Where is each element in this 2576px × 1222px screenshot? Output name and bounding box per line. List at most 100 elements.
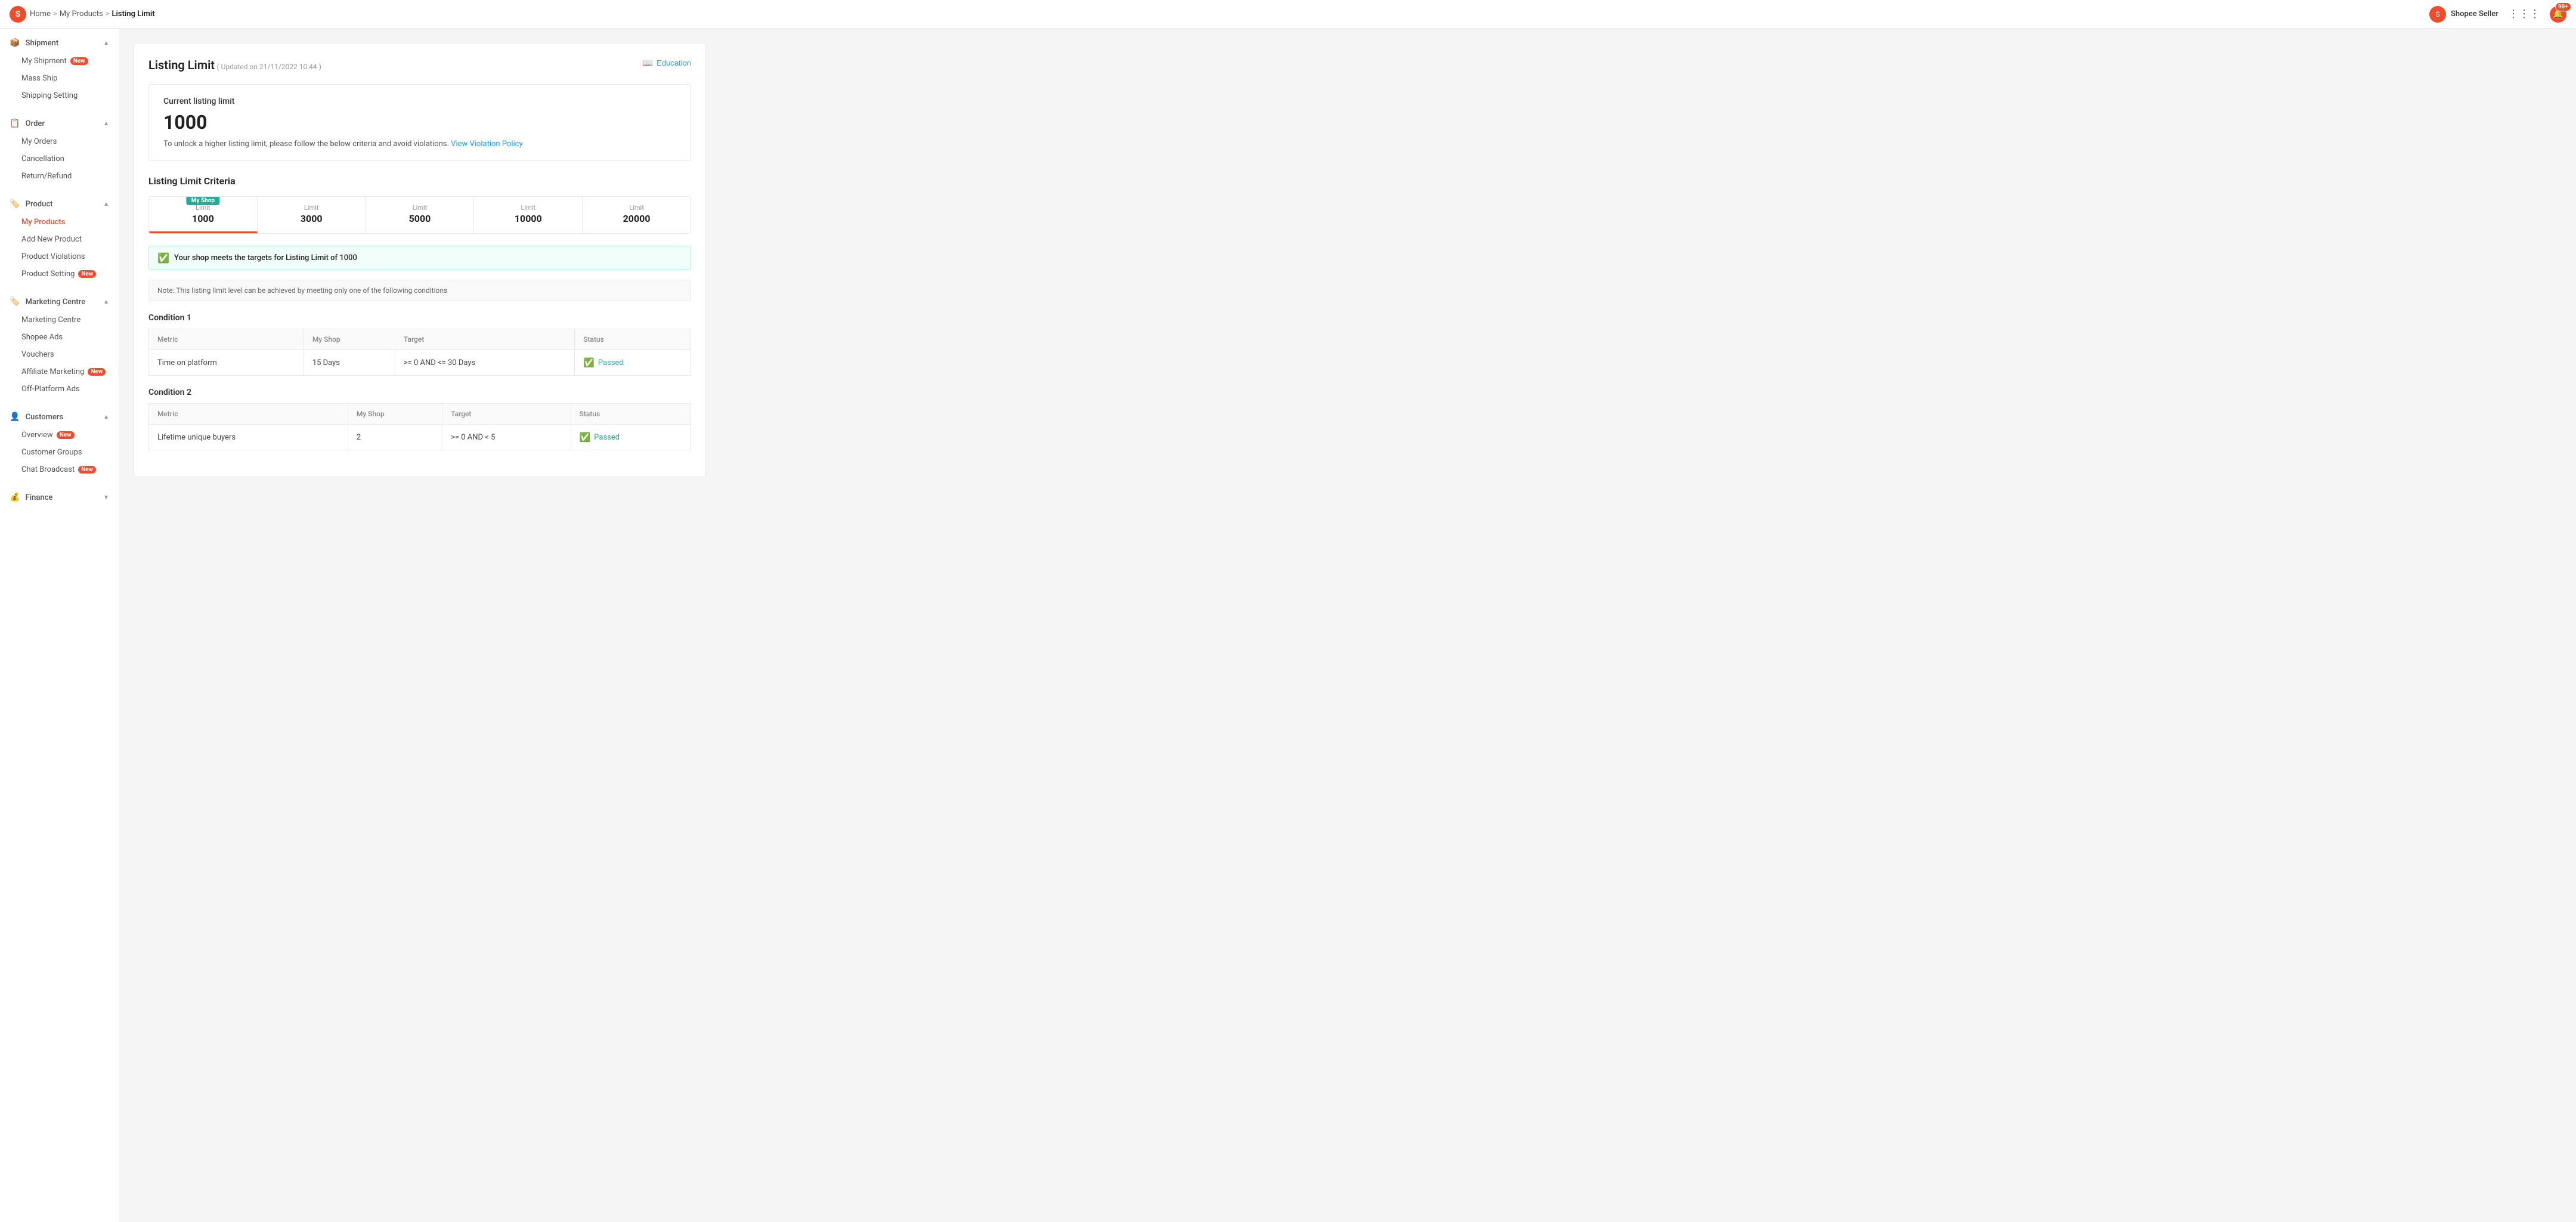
sidebar-item-label-off-platform-ads: Off-Platform Ads bbox=[21, 385, 80, 394]
badge-affiliate-marketing: New bbox=[88, 368, 106, 376]
view-violation-link[interactable]: View Violation Policy bbox=[451, 140, 522, 149]
sidebar-item-label-marketing-centre: Marketing Centre bbox=[21, 315, 80, 324]
sidebar-item-product-setting[interactable]: Product SettingNew bbox=[0, 265, 119, 283]
sidebar-section-customers: 👤 Customers ▲ OverviewNewCustomer Groups… bbox=[0, 403, 119, 483]
page-header: Listing Limit ( Updated on 21/11/2022 10… bbox=[148, 58, 691, 72]
tab-label-10000: Limit bbox=[479, 204, 577, 212]
limit-tab-5000[interactable]: Limit5000 bbox=[366, 197, 475, 233]
notification-button[interactable]: 🔔 99+ bbox=[2550, 6, 2566, 23]
sidebar-item-label-my-products: My Products bbox=[21, 218, 65, 227]
sidebar-item-shipping-setting[interactable]: Shipping Setting bbox=[0, 87, 119, 104]
badge-my-shipment: New bbox=[70, 57, 88, 65]
tab-value-10000: 10000 bbox=[479, 213, 577, 224]
chevron-marketing: ▲ bbox=[103, 299, 109, 305]
education-button[interactable]: 📖 Education bbox=[643, 58, 691, 68]
sidebar-section-header-marketing[interactable]: 🏷️ Marketing Centre ▲ bbox=[0, 292, 119, 311]
seller-logo-icon: S bbox=[2429, 6, 2446, 23]
sidebar-item-label-product-violations: Product Violations bbox=[21, 252, 85, 261]
section-label-marketing: Marketing Centre bbox=[26, 298, 86, 307]
condition-2-col-0: Metric bbox=[149, 404, 348, 425]
cond-1-row-0-status: ✅Passed bbox=[575, 350, 691, 376]
breadcrumb-sep1: > bbox=[53, 10, 57, 18]
sidebar-item-affiliate-marketing[interactable]: Affiliate MarketingNew bbox=[0, 363, 119, 380]
current-limit-label: Current listing limit bbox=[163, 97, 676, 106]
sidebar-item-vouchers[interactable]: Vouchers bbox=[0, 346, 119, 363]
section-icon-product: 🏷️ bbox=[10, 199, 20, 209]
check-circle-icon: ✅ bbox=[157, 252, 169, 264]
section-icon-shipment: 📦 bbox=[10, 38, 20, 48]
section-icon-finance: 💰 bbox=[10, 493, 20, 502]
condition-1-col-3: Status bbox=[575, 329, 691, 350]
notification-badge: 99+ bbox=[2555, 2, 2571, 11]
condition-1-col-2: Target bbox=[395, 329, 574, 350]
sidebar-section-header-customers[interactable]: 👤 Customers ▲ bbox=[0, 407, 119, 426]
limit-tab-20000[interactable]: Limit20000 bbox=[583, 197, 691, 233]
section-label-product: Product bbox=[26, 200, 53, 209]
grid-icon[interactable]: ⋮⋮⋮ bbox=[2508, 8, 2540, 20]
sidebar-section-header-shipment[interactable]: 📦 Shipment ▲ bbox=[0, 33, 119, 52]
sidebar-item-my-products[interactable]: My Products bbox=[0, 214, 119, 231]
limit-tab-10000[interactable]: Limit10000 bbox=[474, 197, 583, 233]
sidebar-item-label-add-new-product: Add New Product bbox=[21, 235, 82, 244]
tab-value-5000: 5000 bbox=[371, 213, 469, 224]
badge-overview: New bbox=[57, 431, 75, 439]
breadcrumb-products[interactable]: My Products bbox=[60, 10, 103, 18]
table-row: Time on platform15 Days>= 0 AND <= 30 Da… bbox=[149, 350, 691, 376]
sidebar-item-mass-ship[interactable]: Mass Ship bbox=[0, 70, 119, 87]
cond-2-row-0-my-shop: 2 bbox=[348, 425, 442, 450]
sidebar-item-chat-broadcast[interactable]: Chat BroadcastNew bbox=[0, 461, 119, 478]
note-box: Note: This listing limit level can be ac… bbox=[148, 280, 691, 301]
sidebar-item-marketing-centre[interactable]: Marketing Centre bbox=[0, 311, 119, 329]
section-icon-order: 📋 bbox=[10, 119, 20, 128]
sidebar-item-label-shopee-ads: Shopee Ads bbox=[21, 333, 63, 342]
condition-1-col-1: My Shop bbox=[304, 329, 395, 350]
sidebar-item-label-my-orders: My Orders bbox=[21, 137, 57, 146]
sidebar-item-label-chat-broadcast: Chat Broadcast bbox=[21, 465, 75, 474]
sidebar: 📦 Shipment ▲ My ShipmentNewMass ShipShip… bbox=[0, 29, 119, 1222]
sidebar-item-cancellation[interactable]: Cancellation bbox=[0, 150, 119, 168]
sidebar-item-label-my-shipment: My Shipment bbox=[21, 57, 67, 66]
current-limit-note: To unlock a higher listing limit, please… bbox=[163, 140, 676, 149]
sidebar-item-add-new-product[interactable]: Add New Product bbox=[0, 231, 119, 248]
shopee-logo: S bbox=[10, 6, 26, 23]
my-shop-badge: My Shop bbox=[187, 196, 219, 205]
main-content: Listing Limit ( Updated on 21/11/2022 10… bbox=[119, 29, 2576, 1222]
limit-tab-3000[interactable]: Limit3000 bbox=[258, 197, 366, 233]
tab-label-5000: Limit bbox=[371, 204, 469, 212]
sidebar-section-header-product[interactable]: 🏷️ Product ▲ bbox=[0, 194, 119, 214]
tab-label-20000: Limit bbox=[587, 204, 686, 212]
sidebar-item-label-cancellation: Cancellation bbox=[21, 154, 64, 163]
breadcrumb-home[interactable]: Home bbox=[30, 10, 51, 18]
sidebar-item-off-platform-ads[interactable]: Off-Platform Ads bbox=[0, 380, 119, 398]
section-icon-customers: 👤 bbox=[10, 412, 20, 422]
sidebar-item-label-return-refund: Return/Refund bbox=[21, 172, 72, 181]
limit-tab-1000[interactable]: My ShopLimit1000 bbox=[149, 197, 258, 233]
condition-label-2: Condition 2 bbox=[148, 388, 691, 397]
sidebar-section-order: 📋 Order ▲ My Orders Cancellation Return/Re… bbox=[0, 109, 119, 190]
sidebar-section-header-order[interactable]: 📋 Order ▲ bbox=[0, 114, 119, 133]
sidebar-item-customer-groups[interactable]: Customer Groups bbox=[0, 444, 119, 461]
section-label-shipment: Shipment bbox=[26, 39, 59, 48]
sidebar-item-product-violations[interactable]: Product Violations bbox=[0, 248, 119, 265]
cond-2-row-0-target: >= 0 AND < 5 bbox=[442, 425, 571, 450]
topnav-left: S Home > My Products > Listing Limit bbox=[10, 6, 155, 23]
sidebar-item-my-orders[interactable]: My Orders bbox=[0, 133, 119, 150]
limit-tabs: My ShopLimit1000Limit3000Limit5000Limit1… bbox=[148, 196, 691, 234]
condition-1-col-0: Metric bbox=[149, 329, 304, 350]
sidebar-item-overview[interactable]: OverviewNew bbox=[0, 426, 119, 444]
conditions-container: Condition 1MetricMy ShopTargetStatusTime… bbox=[148, 313, 691, 450]
condition-2-col-1: My Shop bbox=[348, 404, 442, 425]
breadcrumb-sep2: > bbox=[106, 10, 110, 18]
current-limit-box: Current listing limit 1000 To unlock a h… bbox=[148, 84, 691, 161]
sidebar-section-finance: 💰 Finance ▼ bbox=[0, 483, 119, 512]
sidebar-section-marketing: 🏷️ Marketing Centre ▲ Marketing Centre Sh… bbox=[0, 287, 119, 403]
sidebar-item-my-shipment[interactable]: My ShipmentNew bbox=[0, 52, 119, 70]
section-label-finance: Finance bbox=[26, 493, 53, 502]
sidebar-section-header-finance[interactable]: 💰 Finance ▼ bbox=[0, 488, 119, 507]
condition-label-1: Condition 1 bbox=[148, 313, 691, 323]
sidebar-item-return-refund[interactable]: Return/Refund bbox=[0, 168, 119, 185]
section-label-order: Order bbox=[26, 119, 45, 128]
sidebar-item-shopee-ads[interactable]: Shopee Ads bbox=[0, 329, 119, 346]
tab-value-20000: 20000 bbox=[587, 213, 686, 224]
status-text: Passed bbox=[594, 433, 620, 442]
